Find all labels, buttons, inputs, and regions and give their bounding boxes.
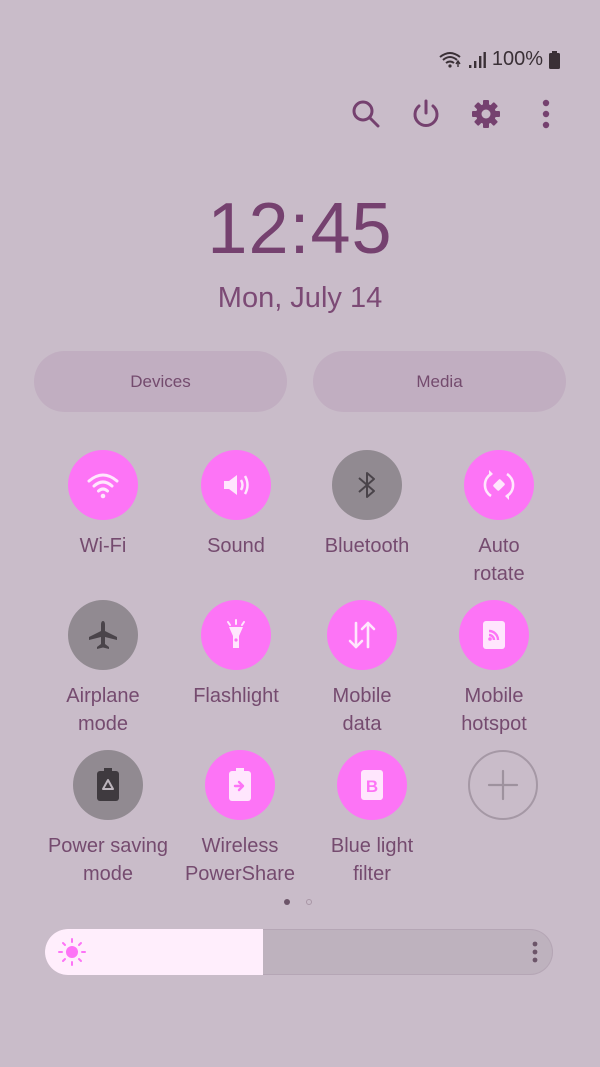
tile-label: Mobile data	[332, 685, 392, 735]
blue-light-filter-toggle[interactable]: B	[337, 750, 407, 820]
quick-panel-toolbar	[346, 94, 566, 134]
power-saving-icon	[94, 767, 122, 803]
flashlight-icon	[221, 618, 251, 652]
tile-airplane[interactable]: Airplane mode	[33, 600, 173, 738]
hotspot-toggle[interactable]	[459, 600, 529, 670]
tile-label: Blue light filter	[330, 835, 414, 885]
search-icon	[352, 100, 380, 128]
signal-icon	[468, 51, 486, 68]
tile-bluetooth[interactable]: Bluetooth	[297, 450, 437, 560]
brightness-slider[interactable]	[45, 929, 553, 975]
clock-date[interactable]: Mon, July 14	[0, 282, 600, 315]
airplane-toggle[interactable]	[68, 600, 138, 670]
tile-sound[interactable]: Sound	[166, 450, 306, 560]
tile-flashlight[interactable]: Flashlight	[166, 600, 306, 710]
page-dot-active[interactable]	[284, 899, 290, 905]
wifi-icon	[86, 470, 120, 500]
media-button[interactable]: Media	[313, 351, 566, 412]
gear-icon	[472, 100, 500, 128]
tile-label: Wi-Fi	[79, 535, 127, 557]
tile-label: Airplane mode	[66, 685, 140, 735]
tile-hotspot[interactable]: Mobile hotspot	[424, 600, 564, 738]
bluetooth-toggle[interactable]	[332, 450, 402, 520]
page-dot[interactable]	[306, 899, 312, 905]
tile-wifi[interactable]: Wi-Fi	[33, 450, 173, 560]
power-icon	[413, 99, 439, 127]
wifi-toggle[interactable]	[68, 450, 138, 520]
tile-label: Wireless PowerShare	[184, 835, 296, 885]
power-button[interactable]	[406, 94, 446, 134]
search-button[interactable]	[346, 94, 386, 134]
wireless-powershare-icon	[226, 767, 254, 803]
tile-wireless-powershare[interactable]: Wireless PowerShare	[170, 750, 310, 888]
brightness-icon	[58, 938, 86, 966]
tile-auto-rotate[interactable]: Auto rotate	[429, 450, 569, 588]
tile-blue-light-filter[interactable]: B Blue light filter	[302, 750, 442, 888]
wifi-icon	[439, 51, 461, 68]
brightness-more-icon[interactable]	[531, 940, 539, 964]
tile-label: Flashlight	[193, 685, 279, 707]
wireless-powershare-toggle[interactable]	[205, 750, 275, 820]
page-indicator	[284, 899, 312, 905]
settings-button[interactable]	[466, 94, 506, 134]
tile-mobile-data[interactable]: Mobile data	[292, 600, 432, 738]
battery-percent: 100%	[491, 48, 543, 70]
tile-label: Sound	[207, 535, 265, 557]
flashlight-toggle[interactable]	[201, 600, 271, 670]
tile-label: Auto rotate	[473, 535, 525, 585]
bluetooth-icon	[355, 468, 379, 502]
more-vertical-icon	[542, 99, 550, 129]
mobile-data-icon	[345, 618, 379, 652]
tile-label: Power saving mode	[47, 835, 169, 885]
battery-icon	[549, 50, 560, 69]
tile-add[interactable]	[433, 750, 573, 820]
power-saving-toggle[interactable]	[73, 750, 143, 820]
tile-power-saving[interactable]: Power saving mode	[38, 750, 178, 888]
hotspot-icon	[479, 618, 509, 652]
blue-light-filter-icon: B	[357, 767, 387, 803]
add-icon	[486, 768, 520, 802]
sound-icon	[219, 470, 253, 500]
add-toggle[interactable]	[468, 750, 538, 820]
sound-toggle[interactable]	[201, 450, 271, 520]
svg-text:B: B	[366, 777, 378, 796]
clock-time[interactable]: 12:45	[0, 188, 600, 270]
tile-label: Bluetooth	[324, 535, 410, 557]
mobile-data-toggle[interactable]	[327, 600, 397, 670]
more-options-button[interactable]	[526, 94, 566, 134]
airplane-icon	[86, 618, 120, 652]
status-bar: 100%	[438, 48, 560, 71]
auto-rotate-icon	[481, 467, 517, 503]
auto-rotate-toggle[interactable]	[464, 450, 534, 520]
devices-button[interactable]: Devices	[34, 351, 287, 412]
tile-label: Mobile hotspot	[461, 685, 527, 735]
